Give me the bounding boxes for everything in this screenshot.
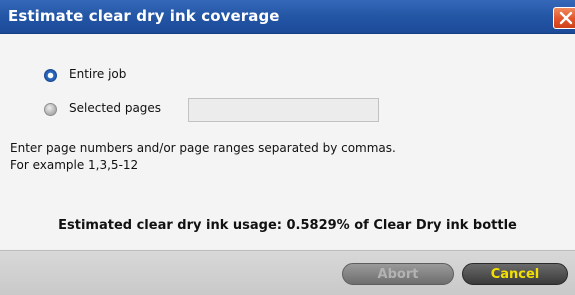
close-button[interactable] <box>553 7 575 29</box>
entire-job-label: Entire job <box>69 67 127 81</box>
hint-line-1: Enter page numbers and/or page ranges se… <box>10 141 396 155</box>
selected-pages-input[interactable] <box>188 98 379 122</box>
close-icon <box>559 11 573 25</box>
title-bar: Estimate clear dry ink coverage <box>0 0 575 34</box>
hint-line-2: For example 1,3,5-12 <box>10 158 139 172</box>
dialog-title: Estimate clear dry ink coverage <box>8 7 280 25</box>
estimated-usage-text: Estimated clear dry ink usage: 0.5829% o… <box>58 218 517 233</box>
abort-button[interactable]: Abort <box>342 263 454 285</box>
estimate-dialog: Estimate clear dry ink coverage Entire j… <box>0 0 575 295</box>
entire-job-radio[interactable] <box>44 69 57 82</box>
selected-pages-radio[interactable] <box>44 103 57 116</box>
cancel-button[interactable]: Cancel <box>462 263 568 285</box>
selected-pages-label: Selected pages <box>69 101 162 115</box>
